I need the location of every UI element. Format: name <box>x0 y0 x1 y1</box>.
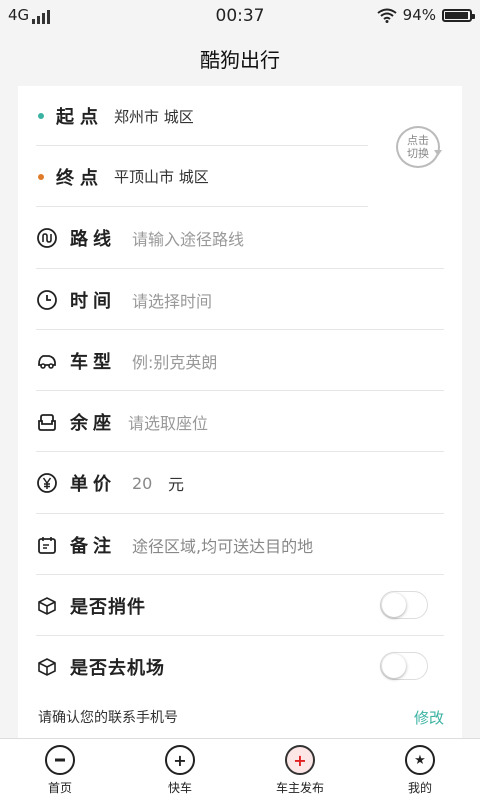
end-location-row[interactable]: 终点 平顶山市 城区 <box>18 146 368 207</box>
car-type-label: 车型 <box>70 351 116 373</box>
status-right: 94% <box>377 6 475 24</box>
price-row[interactable]: 单价 20 元 <box>18 452 462 514</box>
seats-select[interactable]: 请选取座位 <box>128 410 208 434</box>
parcel-toggle[interactable] <box>380 591 428 619</box>
airport-label: 是否去机场 <box>70 657 165 679</box>
phone-confirm-row: 请确认您的联系手机号 修改 <box>18 697 462 737</box>
swap-locations-button[interactable]: 点击 切换 <box>396 126 442 168</box>
price-unit: 元 <box>168 475 185 494</box>
note-label: 备注 <box>70 535 116 557</box>
battery-icon <box>442 8 475 22</box>
yuan-icon <box>36 472 58 494</box>
car-type-input[interactable]: 例:别克英朗 <box>132 349 217 373</box>
parcel-label: 是否捎件 <box>70 596 146 618</box>
route-icon <box>36 227 58 249</box>
price-label: 单价 <box>70 474 116 495</box>
note-input[interactable]: 途径区域,均可送达目的地 <box>132 533 313 557</box>
start-location-row[interactable]: 起点 郑州市 城区 <box>18 86 368 146</box>
route-label: 路线 <box>70 229 116 250</box>
star-circle-icon: ★ <box>405 745 435 775</box>
route-input[interactable]: 请输入途径路线 <box>132 226 244 250</box>
route-row[interactable]: 路线 请输入途径路线 <box>18 207 462 269</box>
price-input[interactable]: 20 <box>132 474 152 493</box>
seats-row[interactable]: 余座 请选取座位 <box>18 391 462 452</box>
seat-icon <box>36 411 58 433</box>
plus-circle-icon: + <box>165 745 195 775</box>
tab-driver-publish[interactable]: + 车主发布 <box>240 739 360 800</box>
tab-label: 首页 <box>47 781 72 795</box>
battery-percent: 94% <box>402 6 436 24</box>
airport-row: 是否去机场 <box>18 636 462 697</box>
page-title: 酷狗出行 <box>200 47 280 72</box>
package-icon <box>36 656 58 678</box>
note-row[interactable]: 备注 途径区域,均可送达目的地 <box>18 514 462 575</box>
parcel-row: 是否捎件 <box>18 575 462 636</box>
toggle-knob <box>382 593 406 617</box>
publish-form: 起点 郑州市 城区 终点 平顶山市 城区 点击 切换 路线 请输入途径路线 时间… <box>18 86 462 738</box>
end-dot <box>38 173 44 180</box>
tab-label: 车主发布 <box>275 781 324 795</box>
battery-fill <box>445 11 468 19</box>
time-label: 时间 <box>70 290 116 312</box>
bottom-tab-bar: 首页 + 快车 + 车主发布 ★ 我的 <box>0 738 480 800</box>
swap-line2: 切换 <box>407 147 429 160</box>
tab-label: 快车 <box>167 781 192 795</box>
start-label: 起点 <box>56 107 104 128</box>
tab-label: 我的 <box>407 781 432 795</box>
end-label: 终点 <box>56 167 104 189</box>
car-icon <box>36 350 58 372</box>
phone-confirm-text: 请确认您的联系手机号 <box>38 710 178 726</box>
clock-icon <box>36 289 58 311</box>
package-icon <box>36 595 58 617</box>
airport-toggle[interactable] <box>380 652 428 680</box>
end-value: 平顶山市 城区 <box>114 168 209 186</box>
plus-circle-red-icon: + <box>285 745 315 775</box>
time-row[interactable]: 时间 请选择时间 <box>18 269 462 330</box>
time-select[interactable]: 请选择时间 <box>132 288 212 312</box>
toggle-knob <box>382 654 406 678</box>
wifi-icon <box>377 8 397 23</box>
swap-line1: 点击 <box>407 134 429 147</box>
modify-phone-link[interactable]: 修改 <box>414 707 444 728</box>
start-dot <box>38 113 44 119</box>
tab-home[interactable]: 首页 <box>0 739 120 800</box>
status-bar: 4G 00:37 94% <box>0 0 480 32</box>
start-value: 郑州市 城区 <box>114 107 194 126</box>
calendar-icon <box>36 534 58 556</box>
tab-express[interactable]: + 快车 <box>120 739 240 800</box>
home-icon <box>45 745 75 775</box>
car-type-row[interactable]: 车型 例:别克英朗 <box>18 330 462 391</box>
tab-mine[interactable]: ★ 我的 <box>360 739 480 800</box>
seats-label: 余座 <box>70 412 116 434</box>
